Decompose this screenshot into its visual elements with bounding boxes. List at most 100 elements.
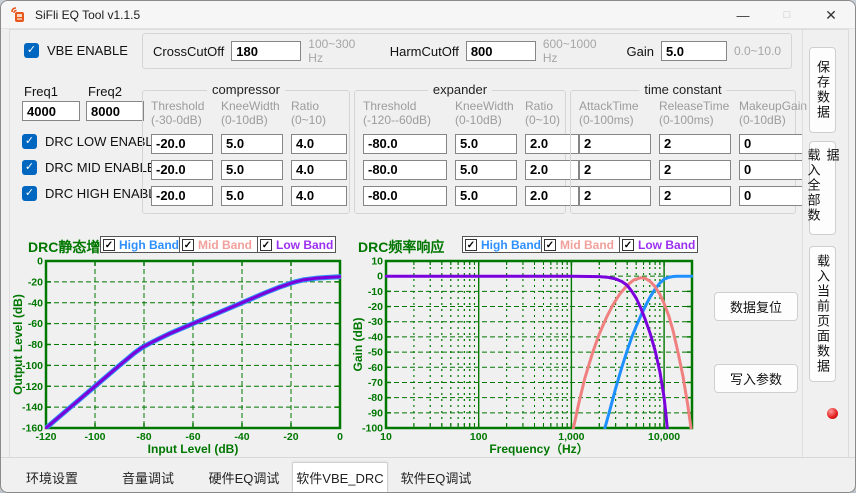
tab-env-settings[interactable]: 环境设置 xyxy=(4,462,100,492)
freq1-input[interactable] xyxy=(22,101,80,121)
releasetime-low-input[interactable] xyxy=(659,133,731,154)
freq2-input[interactable] xyxy=(86,101,144,121)
sidebar-divider xyxy=(802,30,803,458)
svg-text:Input Level (dB): Input Level (dB) xyxy=(148,442,239,456)
write-params-button[interactable]: 写入参数 xyxy=(714,364,798,393)
crosscutoff-input[interactable] xyxy=(231,41,302,61)
checkbox-check-icon: ✓ xyxy=(622,238,634,251)
makeupgain-mid-input[interactable] xyxy=(739,159,803,180)
svg-text:-80: -80 xyxy=(28,339,43,351)
save-data-button[interactable]: 保存数据 xyxy=(809,47,836,133)
makeupgain-high-input[interactable] xyxy=(739,185,803,206)
svg-text:0: 0 xyxy=(337,431,343,443)
low-band-label: Low Band xyxy=(638,237,696,252)
freq-response-chart: 10 100 1,000 10,000100-10-20-30-40-50-60-70… xyxy=(352,256,694,456)
title-bar: SiFli EQ Tool v1.1.5 — □ ✕ xyxy=(1,1,855,29)
releasetime-header: ReleaseTime (0-100ms) xyxy=(659,99,730,128)
gain-input[interactable] xyxy=(660,41,727,61)
makeupgain-low-input[interactable] xyxy=(739,133,803,154)
crosscutoff-range-hint: 100~300 Hz xyxy=(308,37,356,65)
svg-text:-40: -40 xyxy=(28,297,43,309)
expander-high-threshold-input[interactable] xyxy=(363,185,447,206)
freq-response-band-toggles: ✓ High Band ✓ Mid Band ✓ Low Band xyxy=(462,236,698,253)
svg-text:-60: -60 xyxy=(28,318,43,330)
bottom-tab-bar: 环境设置 音量调试 硬件EQ调试 软件VBE_DRC 软件EQ调试 xyxy=(1,457,855,492)
svg-text:-100: -100 xyxy=(22,360,43,372)
load-page-data-button[interactable]: 载入当前页面数据 xyxy=(809,246,836,382)
vbe-enable-label: VBE ENABLE xyxy=(47,43,128,58)
compressor-low-kneewidth-input[interactable] xyxy=(221,133,283,154)
compressor-group-title: compressor xyxy=(207,82,285,97)
tab-volume-debug[interactable]: 音量调试 xyxy=(100,462,196,492)
tab-hardware-eq[interactable]: 硬件EQ调试 xyxy=(196,462,292,492)
compressor-high-ratio-input[interactable] xyxy=(291,185,347,206)
data-reset-button[interactable]: 数据复位 xyxy=(714,292,798,321)
svg-text:-20: -20 xyxy=(28,276,43,288)
svg-text:-140: -140 xyxy=(22,402,43,414)
attacktime-mid-input[interactable] xyxy=(579,159,651,180)
low-band-label: Low Band xyxy=(276,237,334,252)
low-band-toggle[interactable]: ✓ Low Band xyxy=(620,237,697,252)
drc-low-enable-checkbox[interactable]: ✓ DRC LOW ENABLE xyxy=(22,134,161,149)
tab-software-vbe-drc[interactable]: 软件VBE_DRC xyxy=(292,462,388,492)
expander-low-threshold-input[interactable] xyxy=(363,133,447,154)
app-logo-icon xyxy=(11,7,24,22)
svg-text:-100: -100 xyxy=(362,423,383,435)
compressor-mid-ratio-input[interactable] xyxy=(291,159,347,180)
svg-text:-30: -30 xyxy=(368,316,383,328)
attacktime-high-input[interactable] xyxy=(579,185,651,206)
close-button[interactable]: ✕ xyxy=(811,1,851,29)
tab-page-vbe-drc: ✓ VBE ENABLE CrossCutOff 100~300 Hz Harm… xyxy=(9,29,849,459)
time-constant-group: time constant AttackTime (0-100ms) Releas… xyxy=(570,82,807,214)
releasetime-mid-input[interactable] xyxy=(659,159,731,180)
svg-text:-10: -10 xyxy=(368,286,383,298)
vbe-enable-checkbox[interactable]: ✓ VBE ENABLE xyxy=(24,43,128,58)
releasetime-high-input[interactable] xyxy=(659,185,731,206)
freq2-label: Freq2 xyxy=(88,84,122,99)
makeupgain-header: MakeupGain (0-10dB) xyxy=(739,99,808,128)
svg-text:-40: -40 xyxy=(368,331,383,343)
compressor-low-threshold-input[interactable] xyxy=(151,133,213,154)
harmcutoff-input[interactable] xyxy=(465,41,536,61)
maximize-button: □ xyxy=(783,9,791,21)
attacktime-low-input[interactable] xyxy=(579,133,651,154)
compressor-high-threshold-input[interactable] xyxy=(151,185,213,206)
low-band-toggle[interactable]: ✓ Low Band xyxy=(258,237,335,252)
svg-text:-90: -90 xyxy=(368,407,383,419)
expander-high-kneewidth-input[interactable] xyxy=(455,185,517,206)
vbe-panel: CrossCutOff 100~300 Hz HarmCutOff 600~10… xyxy=(142,33,792,69)
attacktime-header: AttackTime (0-100ms) xyxy=(579,99,639,128)
svg-text:0: 0 xyxy=(377,271,383,283)
svg-text:-100: -100 xyxy=(84,431,105,443)
checkbox-check-icon: ✓ xyxy=(22,134,37,149)
minimize-button[interactable]: — xyxy=(723,1,763,29)
checkbox-check-icon: ✓ xyxy=(260,238,272,251)
expander-mid-kneewidth-input[interactable] xyxy=(455,159,517,180)
svg-text:-60: -60 xyxy=(368,362,383,374)
tab-software-eq[interactable]: 软件EQ调试 xyxy=(388,462,484,492)
expander-mid-threshold-input[interactable] xyxy=(363,159,447,180)
mid-band-toggle[interactable]: ✓ Mid Band xyxy=(542,237,620,252)
high-band-toggle[interactable]: ✓ High Band xyxy=(463,237,542,252)
drc-mid-enable-checkbox[interactable]: ✓ DRC MID ENABLE xyxy=(22,160,156,175)
expander-low-kneewidth-input[interactable] xyxy=(455,133,517,154)
svg-text:-20: -20 xyxy=(368,301,383,313)
expander-group-title: expander xyxy=(427,82,493,97)
mid-band-toggle[interactable]: ✓ Mid Band xyxy=(180,237,258,252)
compressor-mid-threshold-input[interactable] xyxy=(151,159,213,180)
checkbox-check-icon: ✓ xyxy=(22,186,37,201)
compressor-low-ratio-input[interactable] xyxy=(291,133,347,154)
high-band-toggle[interactable]: ✓ High Band xyxy=(101,237,180,252)
app-window: SiFli EQ Tool v1.1.5 — □ ✕ ✓ VBE ENABLE … xyxy=(0,0,856,493)
compressor-high-kneewidth-input[interactable] xyxy=(221,185,283,206)
static-gain-band-toggles: ✓ High Band ✓ Mid Band ✓ Low Band xyxy=(100,236,336,253)
load-all-data-button[interactable]: 载入全部数据 xyxy=(806,141,840,235)
compressor-mid-kneewidth-input[interactable] xyxy=(221,159,283,180)
gain-label: Gain xyxy=(626,43,654,59)
expander-threshold-header: Threshold (-120--60dB) xyxy=(363,99,432,128)
compressor-group: compressor Threshold (-30-0dB) KneeWidth(… xyxy=(142,82,350,214)
expander-kneewidth-header: KneeWidth (0-10dB) xyxy=(455,99,514,128)
svg-text:-20: -20 xyxy=(283,431,298,443)
checkbox-check-icon: ✓ xyxy=(22,160,37,175)
mid-band-label: Mid Band xyxy=(560,237,614,252)
